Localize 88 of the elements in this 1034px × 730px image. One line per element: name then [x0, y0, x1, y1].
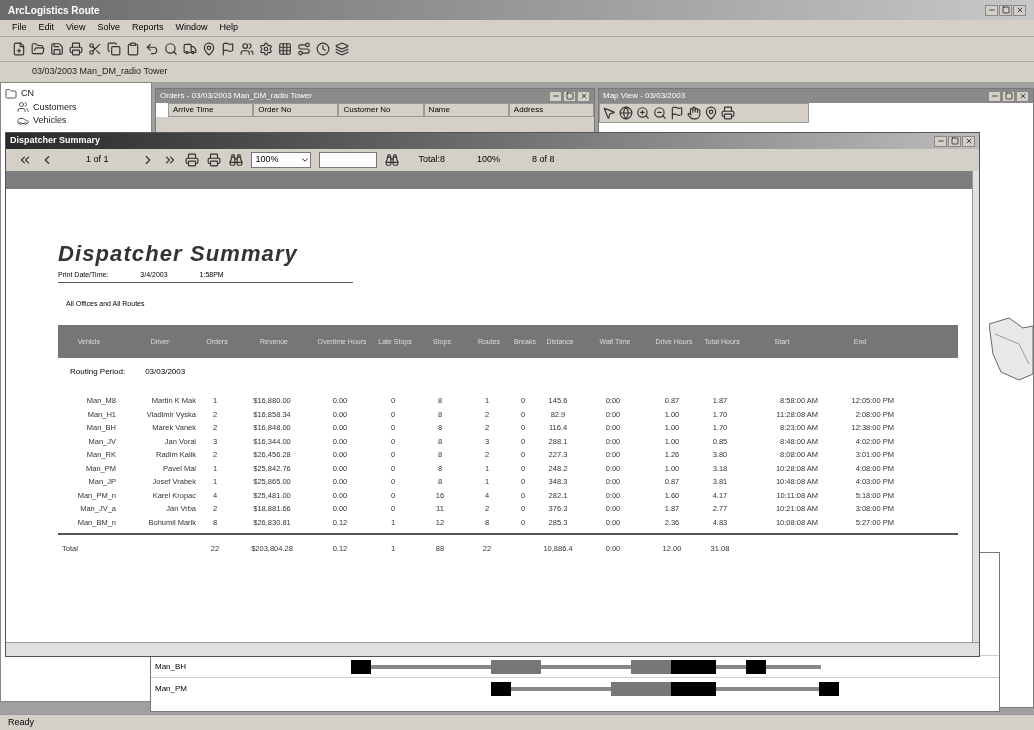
- window-title: Orders - 03/03/2003 Man_DM_radio Tower: [160, 90, 312, 102]
- search-icon[interactable]: [164, 42, 178, 56]
- total-count: Total:8: [417, 153, 447, 167]
- pin-icon[interactable]: [202, 42, 216, 56]
- flag-icon[interactable]: [670, 106, 684, 120]
- column-header[interactable]: Name: [423, 103, 509, 117]
- hand-icon[interactable]: [687, 106, 701, 120]
- flag-icon[interactable]: [221, 42, 235, 56]
- tree-item[interactable]: Vehicles: [33, 114, 67, 128]
- minimize-icon: [936, 137, 945, 145]
- column-header[interactable]: Customer No: [338, 103, 424, 117]
- vertical-scrollbar[interactable]: [972, 171, 979, 642]
- zoom-in-icon[interactable]: [636, 106, 650, 120]
- people-icon: [17, 101, 29, 114]
- binoculars-icon[interactable]: [384, 153, 399, 167]
- new-file-icon[interactable]: [12, 42, 26, 56]
- printer-icon[interactable]: [69, 42, 83, 56]
- maximize-icon: [1001, 6, 1010, 14]
- menu-item[interactable]: Edit: [38, 21, 55, 35]
- maximize-icon: [565, 92, 574, 100]
- menu-item[interactable]: Reports: [131, 21, 164, 35]
- row-label: Man_PM: [154, 682, 188, 695]
- menu-item[interactable]: File: [12, 21, 27, 35]
- globe-icon[interactable]: [619, 106, 633, 120]
- maximize-button[interactable]: [1002, 90, 1015, 102]
- window-title: Dispatcher Summary: [10, 134, 101, 148]
- truck-icon[interactable]: [183, 42, 197, 56]
- search-field[interactable]: [318, 152, 377, 168]
- chevron-down-icon: [299, 155, 310, 165]
- layers-icon[interactable]: [335, 42, 349, 56]
- scissors-icon[interactable]: [88, 42, 102, 56]
- column-header[interactable]: Arrive Time: [168, 103, 254, 117]
- status-text: Ready: [8, 715, 34, 729]
- clipboard-icon[interactable]: [126, 42, 140, 56]
- close-button[interactable]: [962, 135, 975, 147]
- close-button[interactable]: [577, 90, 590, 102]
- horizontal-scrollbar[interactable]: [6, 642, 979, 656]
- close-icon: [964, 137, 973, 145]
- maximize-button[interactable]: [999, 4, 1012, 16]
- menu-item[interactable]: View: [66, 21, 86, 35]
- minimize-icon: [551, 92, 560, 100]
- zoom-percent: 100%: [476, 153, 502, 167]
- report-title: Dispatcher Summary: [58, 240, 299, 268]
- close-button[interactable]: [1013, 4, 1026, 16]
- clock-icon[interactable]: [316, 42, 330, 56]
- column-header[interactable]: Address: [508, 103, 594, 117]
- copy-icon[interactable]: [107, 42, 121, 56]
- printer-icon[interactable]: [206, 153, 221, 167]
- window-title: ArcLogistics Route: [8, 3, 100, 18]
- zoom-dropdown[interactable]: 100%: [250, 152, 311, 168]
- printer-icon[interactable]: [721, 106, 735, 120]
- tree-item[interactable]: Customers: [33, 100, 77, 114]
- period-label: Routing Period:: [70, 366, 126, 378]
- save-icon[interactable]: [50, 42, 64, 56]
- menu-item[interactable]: Help: [219, 21, 238, 35]
- minimize-icon: [987, 6, 996, 14]
- pin-icon[interactable]: [704, 106, 718, 120]
- binoculars-icon[interactable]: [228, 153, 243, 167]
- column-header[interactable]: Order No: [253, 103, 339, 117]
- window-title: Map View - 03/03/2003: [603, 90, 686, 102]
- maximize-button[interactable]: [563, 90, 576, 102]
- minimize-icon: [990, 92, 999, 100]
- pointer-icon[interactable]: [602, 106, 616, 120]
- grid-icon[interactable]: [278, 42, 292, 56]
- maximize-button[interactable]: [948, 135, 961, 147]
- row-label: Man_BH: [154, 660, 188, 673]
- folder-icon: [5, 87, 17, 100]
- printer-icon[interactable]: [184, 153, 199, 167]
- route-icon[interactable]: [297, 42, 311, 56]
- close-button[interactable]: [1016, 90, 1029, 102]
- maximize-icon: [1004, 92, 1013, 100]
- undo-icon[interactable]: [145, 42, 159, 56]
- zoom-out-icon[interactable]: [653, 106, 667, 120]
- menu-item[interactable]: Window: [175, 21, 208, 35]
- close-icon: [1018, 92, 1027, 100]
- page-indicator: 1 of 1: [85, 153, 110, 167]
- maximize-icon: [950, 137, 959, 145]
- menu-item[interactable]: Solve: [97, 21, 120, 35]
- settings-icon[interactable]: [259, 42, 273, 56]
- folder-icon[interactable]: [31, 42, 45, 56]
- first-page-icon[interactable]: [18, 153, 32, 167]
- close-icon: [1015, 6, 1024, 14]
- period-value: 03/03/2003: [145, 366, 186, 378]
- route-label: 03/03/2003 Man_DM_radio Tower: [32, 65, 168, 79]
- tree-item[interactable]: CN: [21, 87, 34, 101]
- close-icon: [579, 92, 588, 100]
- match-count: 8 of 8: [531, 153, 556, 167]
- people-icon[interactable]: [240, 42, 254, 56]
